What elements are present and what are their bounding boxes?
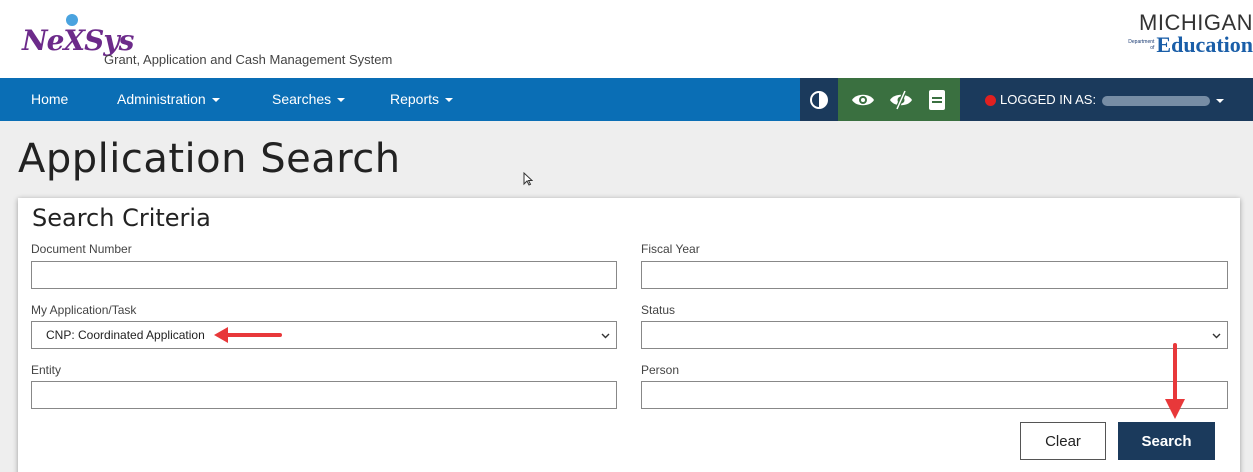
fiscal-year-input[interactable] — [641, 261, 1228, 289]
nav-searches-label: Searches — [272, 91, 332, 107]
contrast-icon — [810, 90, 828, 109]
annotation-arrow-left-icon — [214, 327, 282, 343]
status-label: Status — [641, 303, 676, 317]
logged-in-label: LOGGED IN AS: — [1000, 92, 1097, 107]
accessibility-tools — [838, 78, 960, 121]
entity-label: Entity — [31, 363, 62, 377]
logged-in-indicator[interactable]: LOGGED IN AS: — [985, 92, 1225, 107]
entity-input[interactable] — [31, 381, 617, 409]
nav-home[interactable]: Home — [31, 91, 68, 107]
caret-down-icon — [445, 98, 454, 103]
caret-down-icon — [1216, 98, 1225, 103]
app-name: Grant, Application and Cash Management S… — [104, 52, 393, 67]
eye-slash-icon[interactable] — [889, 89, 913, 110]
nexsys-logo[interactable]: NeXSys — [20, 10, 134, 70]
chevron-down-icon — [1212, 333, 1221, 339]
my-application-label: My Application/Task — [31, 303, 137, 317]
header: NeXSys Grant, Application and Cash Manag… — [0, 0, 1253, 78]
clear-button[interactable]: Clear — [1020, 422, 1106, 460]
person-input[interactable] — [641, 381, 1228, 409]
status-dot-icon — [985, 95, 996, 107]
search-button[interactable]: Search — [1118, 422, 1215, 460]
chevron-down-icon — [601, 333, 610, 339]
mde-education-text: Education — [1156, 32, 1253, 57]
michigan-education-logo: MICHIGAN Department of Education — [1123, 10, 1253, 60]
redacted-username — [1102, 95, 1211, 106]
nav-searches[interactable]: Searches — [272, 91, 346, 107]
my-application-selected-value: CNP: Coordinated Application — [46, 328, 205, 342]
my-application-select[interactable]: CNP: Coordinated Application — [31, 321, 617, 349]
search-criteria-panel: Search Criteria Document Number Fiscal Y… — [18, 198, 1240, 472]
caret-down-icon — [211, 98, 220, 103]
book-icon[interactable] — [927, 89, 947, 111]
eye-icon[interactable] — [851, 91, 875, 109]
nav-home-label: Home — [31, 91, 69, 107]
page-title: Application Search — [18, 136, 401, 182]
mde-department-text: Department of — [1128, 39, 1155, 51]
document-number-label: Document Number — [31, 242, 132, 256]
person-label: Person — [641, 363, 680, 377]
mouse-cursor-icon — [523, 172, 533, 186]
nav-administration-label: Administration — [117, 91, 206, 107]
status-select[interactable] — [641, 321, 1228, 349]
fiscal-year-label: Fiscal Year — [641, 242, 700, 256]
contrast-toggle[interactable] — [800, 78, 838, 121]
nav-reports[interactable]: Reports — [390, 91, 454, 107]
nav-reports-label: Reports — [390, 91, 440, 107]
annotation-arrow-down-icon — [1165, 343, 1185, 419]
caret-down-icon — [337, 98, 346, 103]
search-criteria-title: Search Criteria — [32, 204, 211, 232]
document-number-input[interactable] — [31, 261, 617, 289]
nav-administration[interactable]: Administration — [117, 91, 220, 107]
main-nav: Home Administration Searches Reports LOG… — [0, 78, 1253, 121]
